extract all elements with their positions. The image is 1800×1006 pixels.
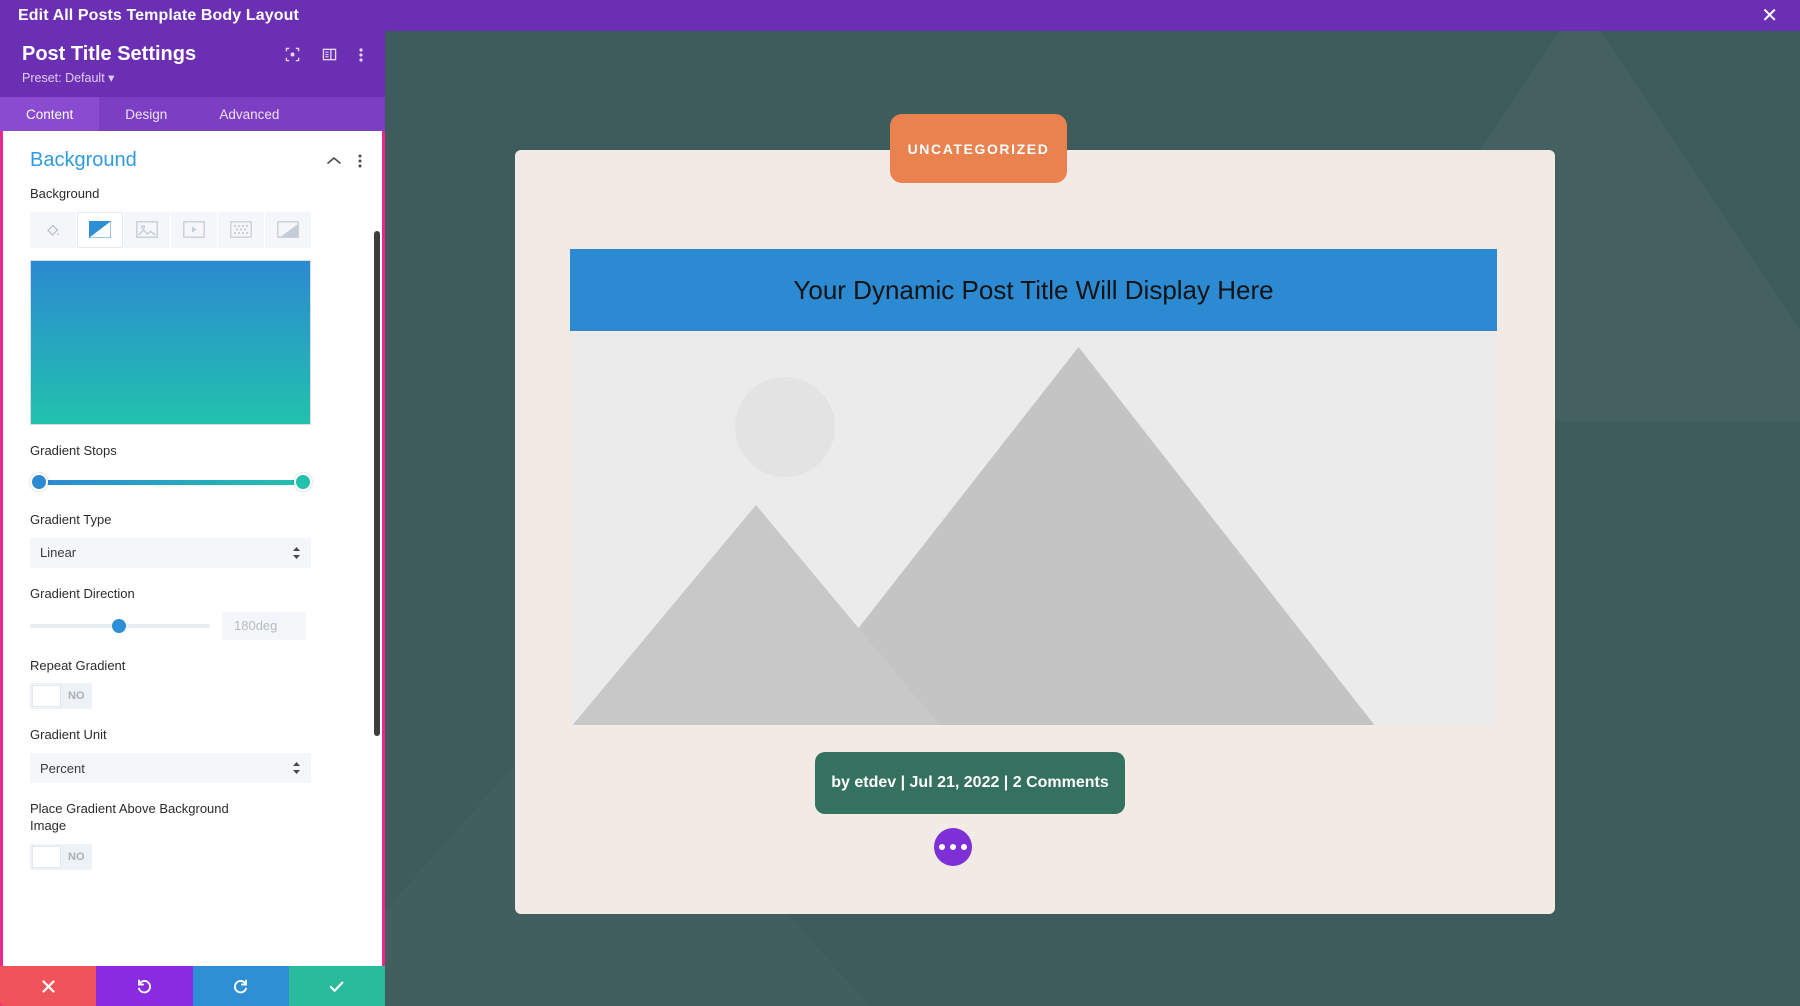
gradient-stop-handle-start[interactable] xyxy=(30,472,48,491)
background-gradient-icon[interactable] xyxy=(77,211,123,248)
placeholder-sun-icon xyxy=(735,377,835,477)
more-options-icon[interactable] xyxy=(359,47,363,63)
background-section-title: Background xyxy=(30,149,137,171)
background-field-group: Background Gradient Stops Gradient Type … xyxy=(3,186,382,871)
gradient-stops-label: Gradient Stops xyxy=(30,442,117,458)
settings-panel: Post Title Settings Preset: Default ▾ Co… xyxy=(0,31,385,1006)
save-button[interactable] xyxy=(288,966,385,1006)
preview-canvas: UNCATEGORIZED Your Dynamic Post Title Wi… xyxy=(385,31,1800,1006)
gradient-stops-slider[interactable] xyxy=(30,472,312,494)
close-icon[interactable]: ✕ xyxy=(1761,6,1778,26)
background-color-icon[interactable] xyxy=(30,211,76,248)
panel-action-bar xyxy=(0,966,385,1006)
post-meta-badge[interactable]: by etdev | Jul 21, 2022 | 2 Comments xyxy=(815,752,1125,814)
settings-panel-header: Post Title Settings Preset: Default ▾ xyxy=(0,31,385,97)
repeat-gradient-label: Repeat Gradient xyxy=(30,657,126,673)
background-section-header[interactable]: Background xyxy=(3,131,382,180)
background-label: Background xyxy=(30,186,100,201)
layout-columns-icon[interactable] xyxy=(322,47,337,62)
gradient-unit-label: Gradient Unit xyxy=(30,727,107,743)
category-badge[interactable]: UNCATEGORIZED xyxy=(890,114,1067,183)
redo-button[interactable] xyxy=(192,966,289,1006)
chevron-updown-icon xyxy=(292,546,301,559)
repeat-gradient-toggle[interactable]: NO xyxy=(30,683,92,710)
canvas-more-options-icon[interactable] xyxy=(934,828,972,866)
tab-content[interactable]: Content xyxy=(0,97,100,131)
background-video-icon[interactable] xyxy=(171,211,217,248)
panel-scrollbar[interactable] xyxy=(374,231,380,736)
dot-icon xyxy=(950,844,956,850)
tab-design[interactable]: Design xyxy=(99,97,193,131)
post-meta-text: by etdev | Jul 21, 2022 | 2 Comments xyxy=(831,774,1109,791)
section-more-options-icon[interactable] xyxy=(358,153,362,169)
slider-knob[interactable] xyxy=(112,618,126,633)
preset-selector[interactable]: Preset: Default ▾ xyxy=(0,66,385,97)
gradient-type-value: Linear xyxy=(40,545,77,561)
dot-icon xyxy=(961,844,967,850)
topbar-title: Edit All Posts Template Body Layout xyxy=(18,6,299,24)
place-gradient-above-toggle[interactable]: NO xyxy=(30,844,92,871)
app-topbar: Edit All Posts Template Body Layout ✕ xyxy=(0,0,1800,31)
cancel-button[interactable] xyxy=(0,966,97,1006)
gradient-unit-value: Percent xyxy=(40,760,85,776)
post-title-module[interactable]: Your Dynamic Post Title Will Display Her… xyxy=(570,249,1497,331)
panel-title: Post Title Settings xyxy=(22,43,197,65)
gradient-direction-control: 180deg xyxy=(30,611,355,640)
featured-image-placeholder xyxy=(571,335,1496,725)
gradient-direction-slider[interactable] xyxy=(30,615,210,637)
chevron-up-icon[interactable] xyxy=(326,156,342,166)
gradient-stop-handle-end[interactable] xyxy=(294,472,312,491)
gradient-direction-label: Gradient Direction xyxy=(30,585,135,601)
place-gradient-above-label: Place Gradient Above Background Image xyxy=(30,801,229,834)
post-title-text: Your Dynamic Post Title Will Display Her… xyxy=(793,274,1274,305)
gradient-stops-bar xyxy=(37,479,304,485)
undo-button[interactable] xyxy=(96,966,193,1006)
background-type-toggle-group xyxy=(30,211,355,248)
settings-panel-body-wrapper: Background Background Gradient Stops Gra… xyxy=(0,131,385,1006)
responsive-view-icon[interactable] xyxy=(285,47,300,62)
category-badge-label: UNCATEGORIZED xyxy=(907,140,1050,157)
toggle-knob xyxy=(32,846,61,869)
gradient-preview[interactable] xyxy=(30,259,311,425)
background-mask-icon[interactable] xyxy=(265,211,311,248)
gradient-direction-input[interactable]: 180deg xyxy=(222,611,306,640)
settings-tabs: Content Design Advanced xyxy=(0,97,385,131)
gradient-type-label: Gradient Type xyxy=(30,511,112,527)
gradient-unit-select[interactable]: Percent xyxy=(30,753,311,784)
repeat-gradient-state: NO xyxy=(68,690,85,703)
background-image-icon[interactable] xyxy=(124,211,170,248)
dot-icon xyxy=(939,844,945,850)
background-pattern-icon[interactable] xyxy=(218,211,264,248)
gradient-type-select[interactable]: Linear xyxy=(30,537,311,568)
chevron-updown-icon xyxy=(292,762,301,775)
tab-advanced[interactable]: Advanced xyxy=(193,97,305,131)
settings-panel-body: Background Background Gradient Stops Gra… xyxy=(3,131,382,1003)
place-gradient-above-state: NO xyxy=(68,851,85,864)
toggle-knob xyxy=(32,685,61,708)
